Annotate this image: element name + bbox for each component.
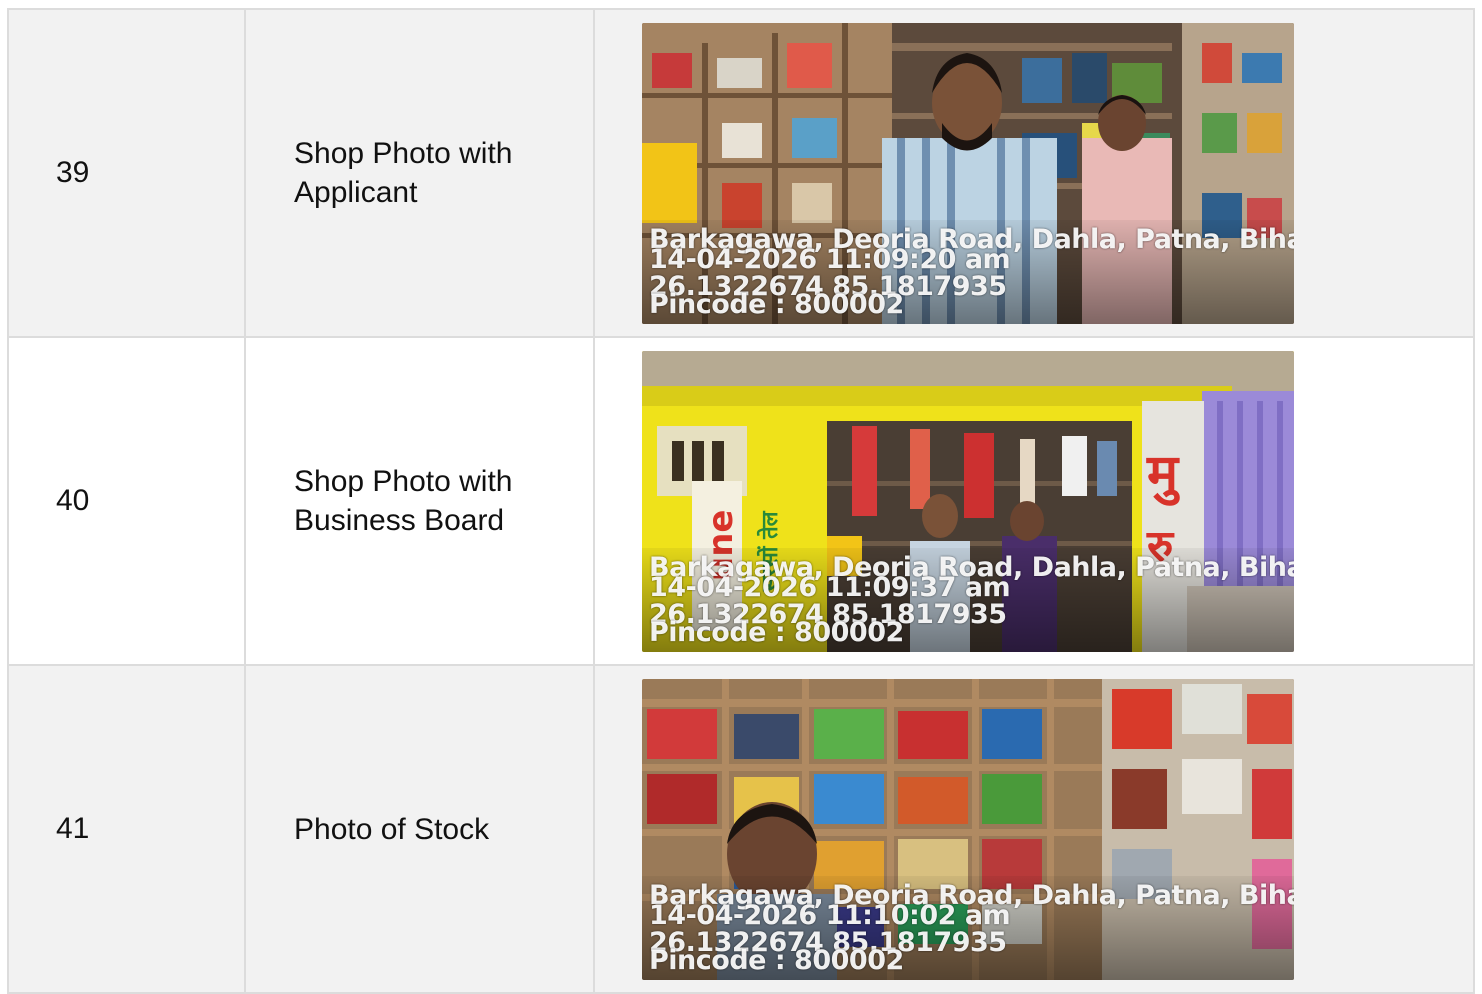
row-label: Photo of Stock bbox=[294, 812, 490, 846]
table-row: 41 Photo of Stock Barkagawa, Deoria Road… bbox=[9, 666, 1475, 994]
stamp-pincode: Pincode : 800002 bbox=[649, 288, 904, 320]
row-number: 40 bbox=[9, 338, 246, 666]
stamp-datetime: 14-04-2026 11:10:02 am bbox=[649, 899, 1011, 931]
stock-photo: Barkagawa, Deoria Road, Dahla, Patna, Bi… bbox=[642, 678, 1294, 980]
photo-cell: Barkagawa, Deoria Road, Dahla, Patna, Bi… bbox=[595, 666, 1475, 994]
photo-table: 39 Shop Photo with Applicant Barkagawa, … bbox=[7, 8, 1475, 994]
svg-text:मु: मु bbox=[1146, 444, 1180, 506]
table-row: 39 Shop Photo with Applicant Barkagawa, … bbox=[9, 10, 1475, 338]
stamp-datetime: 14-04-2026 11:09:20 am bbox=[649, 243, 1011, 275]
photo-cell: Barkagawa, Deoria Road, Dahla, Patna, Bi… bbox=[595, 10, 1475, 338]
stamp-pincode: Pincode : 800002 bbox=[649, 616, 904, 648]
shop-photo-applicant: Barkagawa, Deoria Road, Dahla, Patna, Bi… bbox=[642, 22, 1294, 324]
row-label-cell: Shop Photo with Business Board bbox=[246, 338, 595, 666]
stamp-datetime: 14-04-2026 11:09:37 am bbox=[649, 571, 1011, 603]
row-number: 41 bbox=[9, 666, 246, 994]
table-row: 40 Shop Photo with Business Board मु रु bbox=[9, 338, 1475, 666]
row-number: 39 bbox=[9, 10, 246, 338]
photo-cell: मु रु une Barkagawa, Deoria Road, Dahla,… bbox=[595, 338, 1475, 666]
row-label-cell: Photo of Stock bbox=[246, 666, 595, 994]
stamp-pincode: Pincode : 800002 bbox=[649, 944, 904, 976]
row-label: Shop Photo with Applicant bbox=[294, 137, 513, 209]
row-label: Shop Photo with Business Board bbox=[294, 465, 513, 537]
row-label-cell: Shop Photo with Applicant bbox=[246, 10, 595, 338]
shop-photo-business-board: मु रु une Barkagawa, Deoria Road, Dahla,… bbox=[642, 350, 1294, 652]
